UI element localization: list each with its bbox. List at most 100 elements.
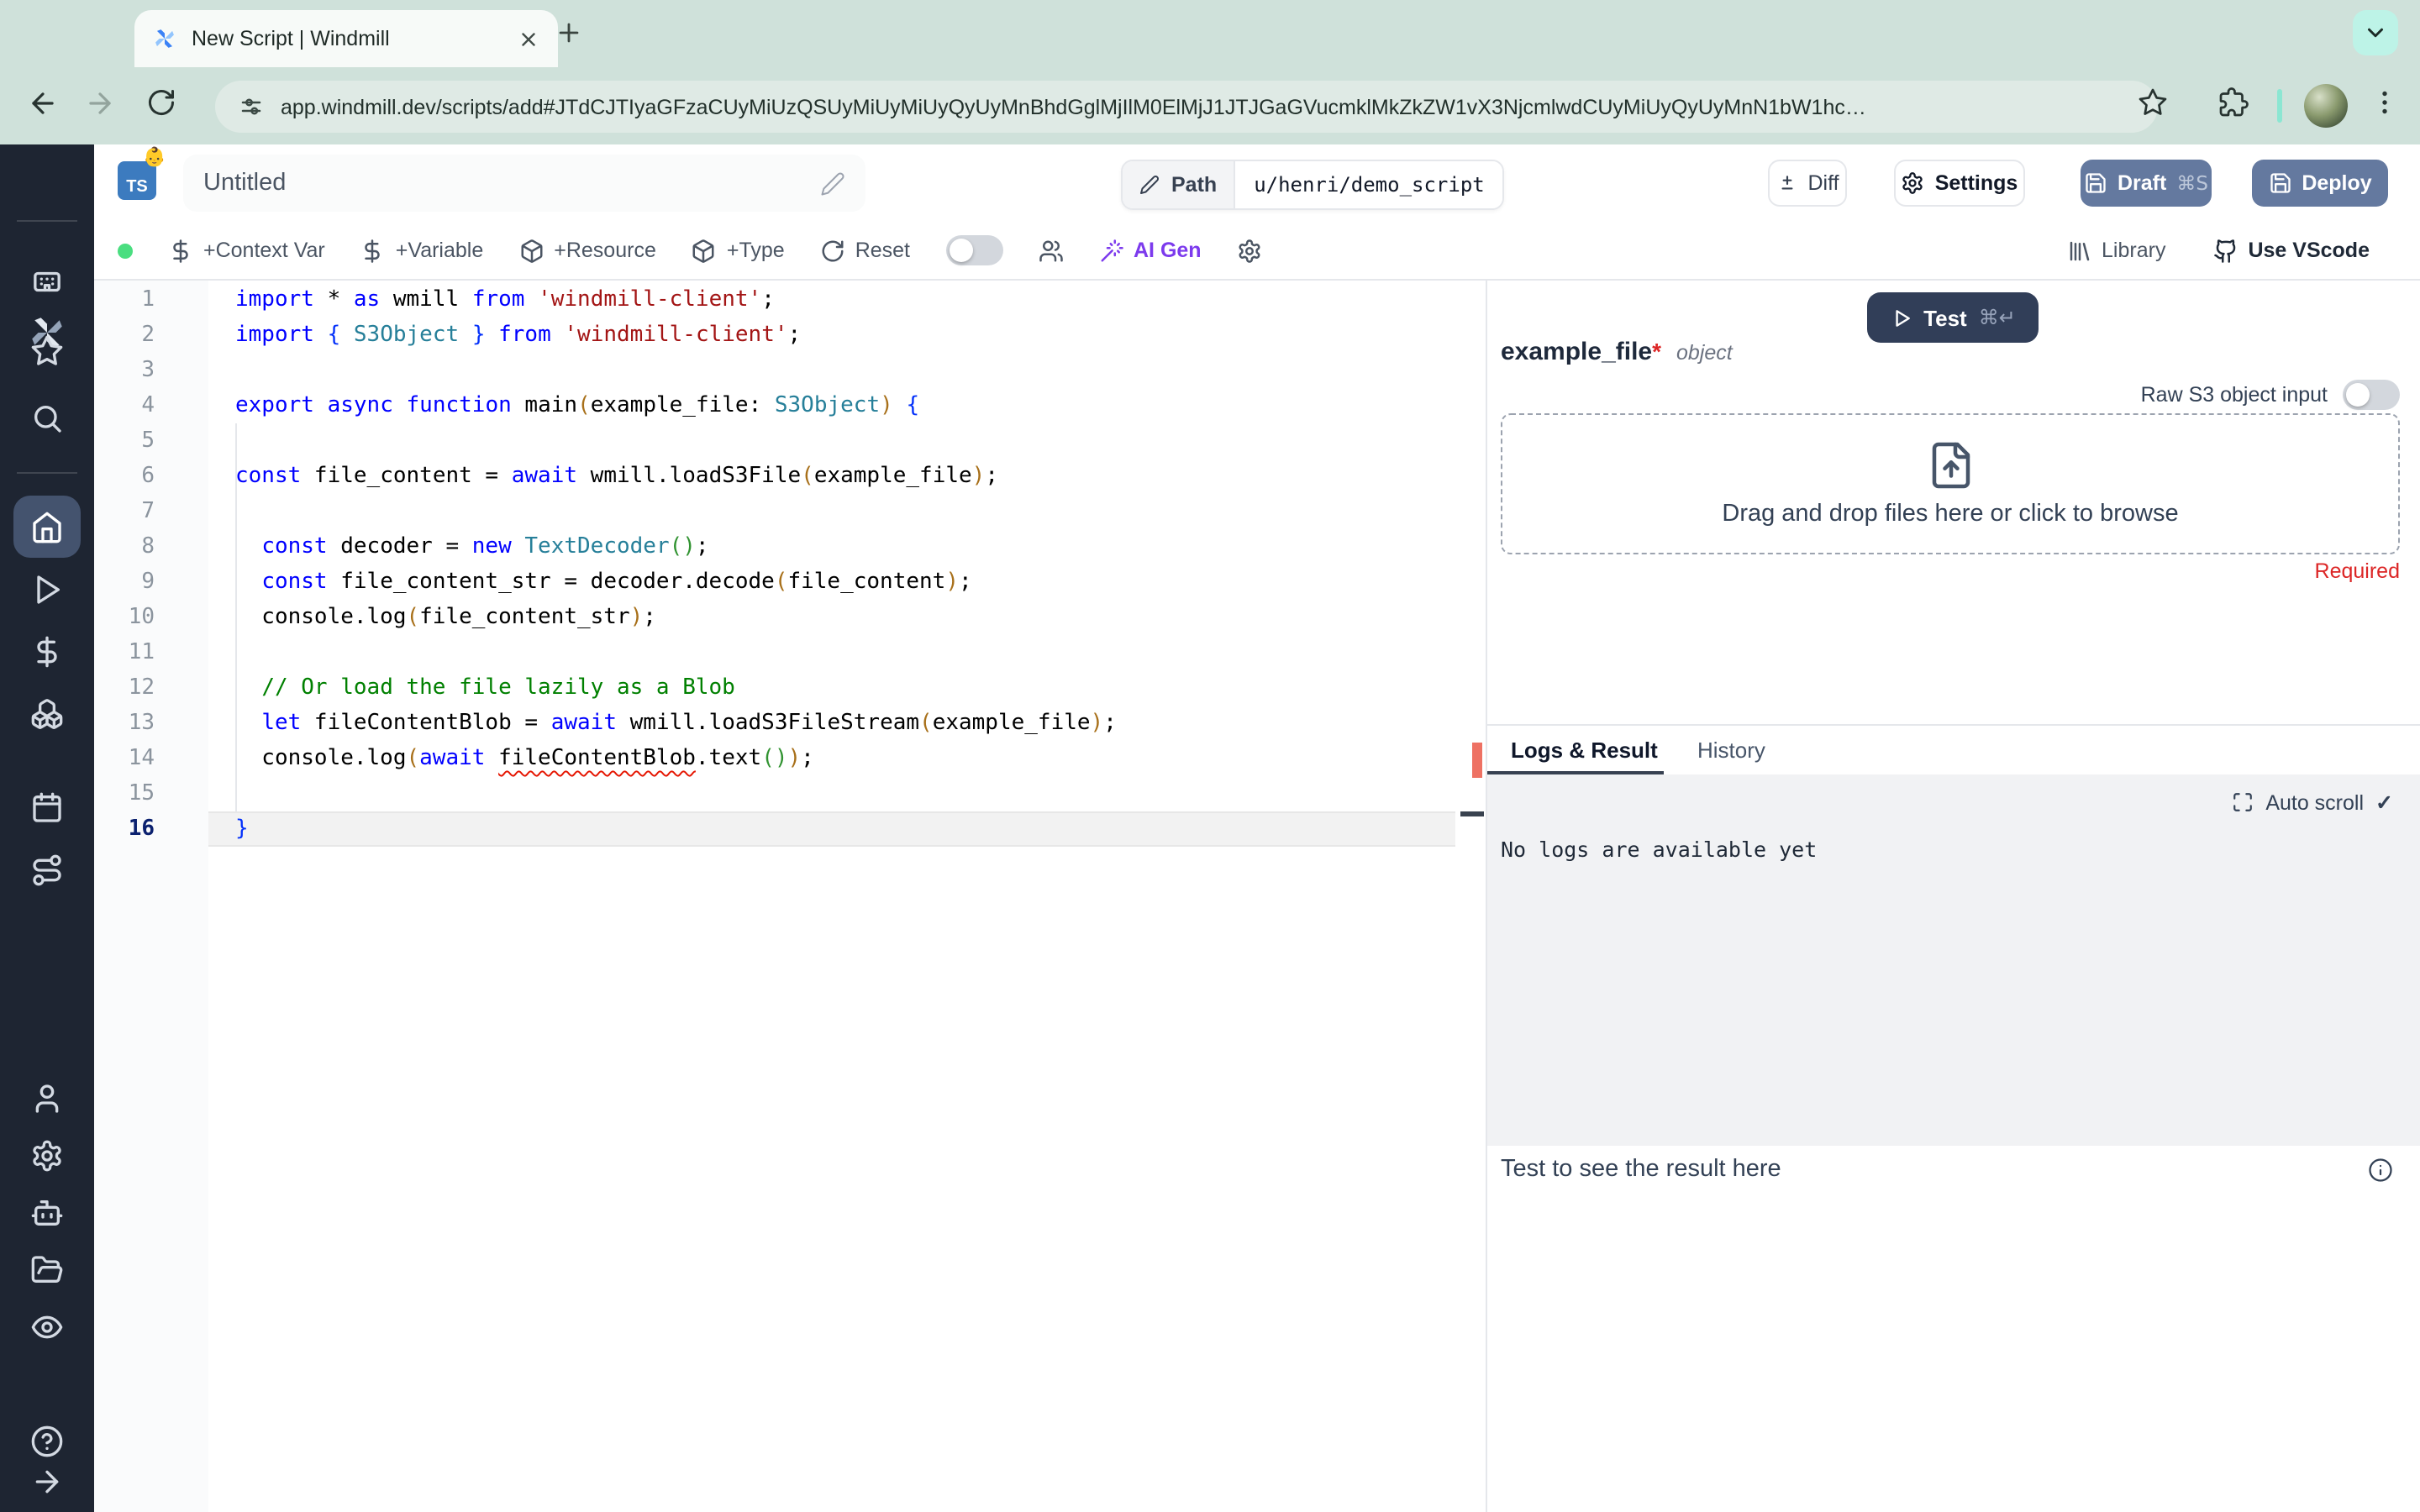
sidebar-item-help[interactable] <box>13 1421 81 1462</box>
tab-search-chevron-button[interactable] <box>2353 10 2398 55</box>
line-number: 6 <box>141 464 155 489</box>
file-upload-icon <box>1925 440 1975 491</box>
code-line[interactable]: 10 console.log(file_content_str); <box>94 600 1486 635</box>
code-line[interactable]: 14 console.log(await fileContentBlob.tex… <box>94 741 1486 776</box>
add-variable-button[interactable]: +Variable <box>360 238 483 263</box>
code-line[interactable]: 6 const file_content = await wmill.loadS3… <box>94 459 1486 494</box>
sidebar-item-workspace[interactable] <box>13 250 81 318</box>
settings-button[interactable]: Settings <box>1894 160 2025 207</box>
required-label: Required <box>2314 559 2400 583</box>
bookmark-star-icon[interactable] <box>2138 87 2168 118</box>
add-context-var-button[interactable]: +Context Var <box>168 238 325 263</box>
browser-tab[interactable]: New Script | Windmill <box>134 10 558 67</box>
reset-button[interactable]: Reset <box>820 238 910 263</box>
sidebar-item-settings[interactable] <box>13 1127 81 1184</box>
use-vscode-button-label: Use VScode <box>2248 239 2370 262</box>
check-icon: ✓ <box>2375 791 2393 815</box>
sidebar-item-audit-logs[interactable] <box>13 1299 81 1356</box>
new-tab-icon[interactable] <box>555 18 583 47</box>
search-icon <box>30 402 64 435</box>
windmill-favicon <box>151 25 178 52</box>
tab-close-icon[interactable] <box>514 25 541 52</box>
code-line[interactable]: 9 const file_content_str = decoder.decod… <box>94 564 1486 600</box>
code-line[interactable]: 7 <box>94 494 1486 529</box>
tab-logs-result[interactable]: Logs & Result <box>1511 738 1658 763</box>
script-title[interactable]: Untitled <box>203 170 820 197</box>
sidebar-item-resources[interactable] <box>13 682 81 744</box>
no-logs-message: No logs are available yet <box>1501 837 1818 862</box>
use-vscode-button[interactable]: Use VScode <box>2212 238 2370 263</box>
sidebar-item-runs[interactable] <box>13 558 81 620</box>
line-number: 8 <box>141 534 155 559</box>
code-line[interactable]: 16} <box>94 811 1486 847</box>
browser-profile-avatar[interactable] <box>2304 84 2348 128</box>
multiplayer-users-button[interactable] <box>1038 238 1063 263</box>
sidebar-item-schedules[interactable] <box>13 776 81 838</box>
code-line[interactable]: 11 <box>94 635 1486 670</box>
add-type-button[interactable]: +Type <box>692 238 785 263</box>
code-line[interactable]: 1 import * as wmill from 'windmill-client… <box>94 282 1486 318</box>
add-resource-button[interactable]: +Resource <box>518 238 656 263</box>
dollar-icon <box>360 238 386 263</box>
deploy-button[interactable]: Deploy <box>2252 160 2388 207</box>
draft-label: Draft <box>2118 171 2167 195</box>
deploy-label: Deploy <box>2302 171 2372 195</box>
code-line[interactable]: 12 // Or load the file lazily as a Blob <box>94 670 1486 706</box>
folder-icon <box>30 1253 64 1287</box>
sidebar-expand-button[interactable] <box>13 1462 81 1502</box>
reload-icon[interactable] <box>146 87 176 118</box>
code-line[interactable]: 13 let fileContentBlob = await wmill.loa… <box>94 706 1486 741</box>
editor-settings-button[interactable] <box>1237 238 1262 263</box>
code-line[interactable]: 5 <box>94 423 1486 459</box>
site-settings-icon[interactable] <box>239 94 264 119</box>
file-dropzone[interactable]: Drag and drop files here or click to bro… <box>1501 413 2400 554</box>
screen: New Script | Windmill app.windmill.dev/s… <box>0 0 2420 1512</box>
path-button[interactable]: Path u/henri/demo_script <box>1121 160 1505 210</box>
tab-history[interactable]: History <box>1697 738 1765 763</box>
script-emoji: 👶 <box>143 148 166 168</box>
sidebar-item-variables[interactable] <box>13 620 81 682</box>
library-button[interactable]: Library <box>2066 238 2165 263</box>
save-icon <box>2084 171 2107 195</box>
code-line[interactable]: 2 import { S3Object } from 'windmill-clie… <box>94 318 1486 353</box>
star-icon <box>30 334 64 368</box>
code-line[interactable]: 8 const decoder = new TextDecoder(); <box>94 529 1486 564</box>
dollar-icon <box>168 238 193 263</box>
raw-s3-toggle[interactable] <box>2343 380 2400 410</box>
multiplayer-toggle[interactable] <box>945 235 1002 265</box>
code-editor[interactable]: 1 import * as wmill from 'windmill-client… <box>94 281 1486 1512</box>
eye-icon <box>30 1310 64 1344</box>
package-icon <box>518 238 544 263</box>
code-line[interactable]: 3 <box>94 353 1486 388</box>
extensions-icon[interactable] <box>2218 87 2249 118</box>
sidebar-item-favorites[interactable] <box>13 318 81 385</box>
sidebar-item-users[interactable] <box>13 1070 81 1127</box>
sidebar-item-routes[interactable] <box>13 838 81 900</box>
line-number: 1 <box>141 287 155 312</box>
line-number: 10 <box>128 605 155 630</box>
forward-icon[interactable] <box>84 87 116 119</box>
script-title-field[interactable]: Untitled <box>183 155 865 212</box>
address-bar[interactable]: app.windmill.dev/scripts/add#JTdCJTIyaGF… <box>215 81 2158 133</box>
line-number: 11 <box>128 640 155 665</box>
info-icon[interactable] <box>2368 1157 2393 1182</box>
sidebar-item-workers[interactable] <box>13 1184 81 1242</box>
sidebar-divider <box>17 472 77 474</box>
sidebar-item-search[interactable] <box>13 385 81 452</box>
add-resource-button-label: +Resource <box>554 239 656 262</box>
ai-gen-button[interactable]: AI Gen <box>1098 238 1202 263</box>
edit-title-pencil-icon[interactable] <box>820 171 845 196</box>
sidebar-item-folders[interactable] <box>13 1242 81 1299</box>
test-button[interactable]: Test ⌘↵ <box>1867 292 2039 343</box>
overview-error-marker <box>1472 743 1482 778</box>
code-line[interactable]: 15 <box>94 776 1486 811</box>
auto-scroll-control[interactable]: Auto scroll ✓ <box>2232 790 2393 815</box>
draft-button[interactable]: Draft ⌘S <box>2081 160 2212 207</box>
browser-menu-icon[interactable] <box>2370 87 2400 118</box>
sidebar-item-home[interactable] <box>13 496 81 558</box>
back-icon[interactable] <box>27 87 59 119</box>
play-icon <box>30 572 64 606</box>
edit-path-pencil-icon <box>1139 175 1160 195</box>
diff-button[interactable]: Diff <box>1768 160 1847 207</box>
code-line[interactable]: 4 export async function main(example_file… <box>94 388 1486 423</box>
